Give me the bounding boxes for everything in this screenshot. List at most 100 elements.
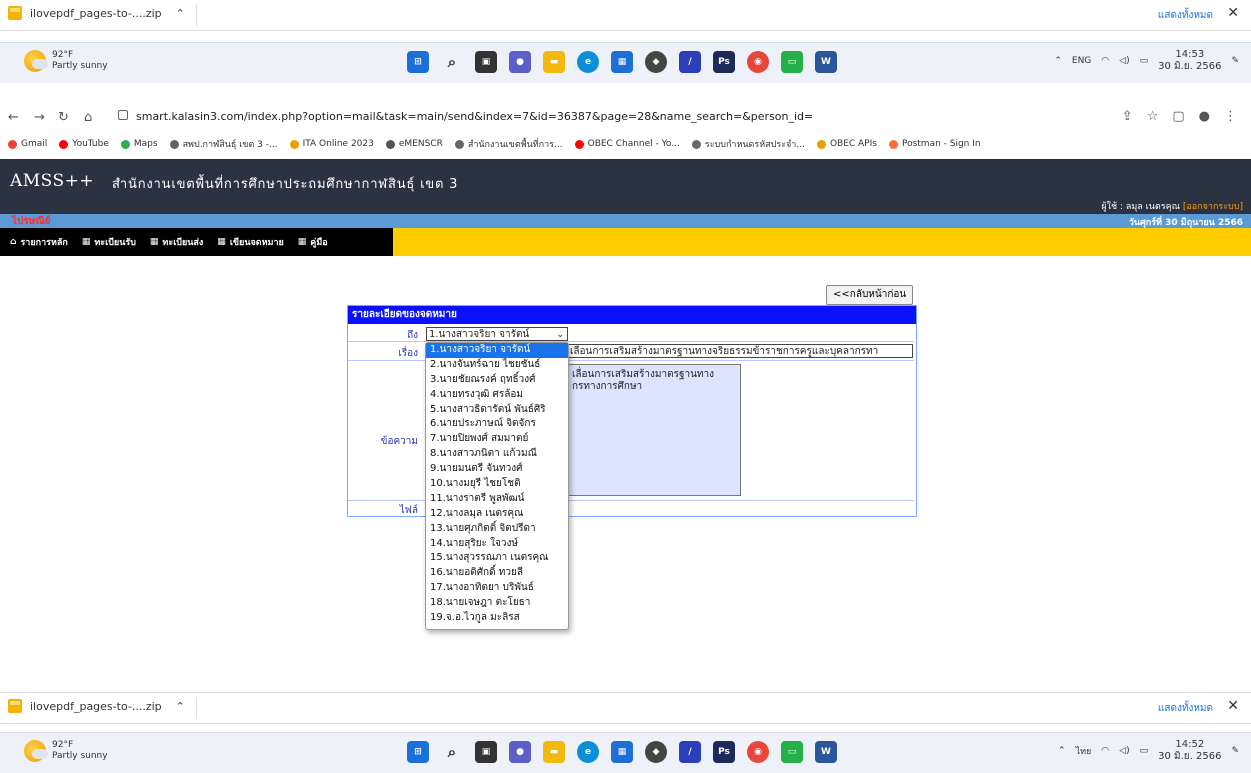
word-icon[interactable]: W [815, 741, 837, 763]
menu-icon[interactable]: ⋮ [1224, 109, 1237, 124]
recipient-option[interactable]: 12.นางลมุล เนตรคุณ [426, 507, 568, 522]
line-icon[interactable]: ▭ [781, 51, 803, 73]
recipient-option[interactable]: 13.นายศุภกิตติ์ จิตปรีดา [426, 522, 568, 537]
app-icon[interactable]: ◆ [645, 51, 667, 73]
bookmark-6[interactable]: สำนักงานเขตพื้นที่การ... [454, 137, 563, 151]
line-icon[interactable]: ▭ [781, 741, 803, 763]
language-indicator[interactable]: ENG [1072, 56, 1091, 66]
bookmark-4[interactable]: ITA Online 2023 [289, 139, 374, 149]
file-explorer-icon[interactable]: ▬ [543, 51, 565, 73]
profile-icon[interactable]: ● [1199, 109, 1210, 124]
recipient-option[interactable]: 5.นางสาวธิดารัตน์ พันธ์ศิริ [426, 403, 568, 418]
bookmark-0[interactable]: Gmail [8, 139, 47, 149]
bookmark-8[interactable]: ระบบกำหนดรหัสประจำ... [691, 137, 805, 151]
close-icon[interactable]: ✕ [1227, 5, 1239, 21]
recipient-option[interactable]: 9.นายมนตรี จันทวงศ์ [426, 462, 568, 477]
windows-start-icon[interactable]: ⊞ [407, 51, 429, 73]
edge-icon[interactable]: e [577, 741, 599, 763]
chevron-up-icon[interactable]: ⌃ [1054, 56, 1062, 66]
share-icon[interactable]: ⇪ [1122, 109, 1133, 124]
store-icon[interactable]: ▦ [611, 51, 633, 73]
show-all-button[interactable]: แสดงทั้งหมด [1158, 8, 1213, 23]
back-button[interactable]: <<กลับหน้าก่อน [826, 285, 914, 305]
volume-icon[interactable]: ◁) [1119, 56, 1129, 66]
weather-widget[interactable]: 92°F Partly sunny [24, 740, 108, 762]
message-textarea[interactable]: เลื่อนการเสริมสร้างมาตรฐานทาง กรทางการศึ… [567, 364, 741, 496]
windows-start-icon[interactable]: ⊞ [407, 741, 429, 763]
task-view-icon[interactable]: ▣ [475, 741, 497, 763]
language-indicator[interactable]: ไทย [1076, 744, 1092, 758]
close-icon[interactable]: ✕ [1227, 698, 1239, 714]
recipient-option[interactable]: 2.นางจันทร์ฉาย ไชยชันธ์ [426, 358, 568, 373]
chat-icon[interactable]: ● [509, 741, 531, 763]
recipient-option[interactable]: 18.นายเจษฎา ตะโยธา [426, 596, 568, 611]
battery-icon[interactable]: ▭ [1140, 746, 1149, 756]
chrome-icon[interactable]: ◉ [747, 51, 769, 73]
bookmark-9[interactable]: OBEC APIs [816, 139, 877, 149]
recipient-option[interactable]: 15.นางสุวรรณภา เนตรคุณ [426, 551, 568, 566]
recipient-option[interactable]: 7.นายปิยพงศ์ สมมาตย์ [426, 432, 568, 447]
search-icon[interactable]: ⌕ [441, 51, 463, 73]
menu-manual[interactable]: ▦ คู่มือ [298, 235, 328, 249]
bookmark-3[interactable]: สพป.กาฬสินธุ์ เขต 3 -... [169, 137, 278, 151]
bookmark-10[interactable]: Postman - Sign In [888, 139, 981, 149]
recipient-option[interactable]: 3.นายชัยณรงค์ ฤทธิ์วงศ์ [426, 373, 568, 388]
recipient-option[interactable]: 19.จ.อ.ไวกูล มะลิรส [426, 611, 568, 626]
file-explorer-icon[interactable]: ▬ [543, 741, 565, 763]
bookmark-2[interactable]: Maps [120, 139, 158, 149]
recipient-option[interactable]: 4.นายทรงวุฒิ ศรล้อม [426, 388, 568, 403]
download-item[interactable]: ilovepdf_pages-to-....zip ⌃ [8, 6, 185, 20]
menu-compose[interactable]: ▦ เขียนจดหมาย [217, 235, 283, 249]
menu-outbox-register[interactable]: ▦ ทะเบียนส่ง [150, 235, 203, 249]
bookmark-1[interactable]: YouTube [59, 139, 109, 149]
wifi-icon[interactable]: ◠ [1101, 56, 1109, 66]
chevron-up-icon[interactable]: ⌃ [176, 7, 185, 20]
show-all-button[interactable]: แสดงทั้งหมด [1158, 701, 1213, 716]
subject-field[interactable]: เลื่อนการเสริมสร้างมาตรฐานทางจริยธรรมข้า… [567, 344, 913, 358]
notification-icon[interactable]: ✎ [1231, 746, 1239, 756]
recipient-option[interactable]: 11.นางราตรี พูลพัฒน์ [426, 492, 568, 507]
back-arrow-icon[interactable]: ← [8, 110, 19, 125]
menu-inbox-register[interactable]: ▦ ทะเบียนรับ [82, 235, 136, 249]
recipient-option[interactable]: 16.นายอดิศักดิ์ ทวยลี [426, 566, 568, 581]
chat-icon[interactable]: ● [509, 51, 531, 73]
menu-main[interactable]: ⌂ รายการหลัก [10, 235, 68, 249]
edge-icon[interactable]: e [577, 51, 599, 73]
task-view-icon[interactable]: ▣ [475, 51, 497, 73]
app-icon[interactable]: / [679, 51, 701, 73]
volume-icon[interactable]: ◁) [1119, 746, 1129, 756]
logout-link[interactable]: [ออกจากระบบ] [1183, 202, 1243, 212]
photoshop-icon[interactable]: Ps [713, 51, 735, 73]
chrome-icon[interactable]: ◉ [747, 741, 769, 763]
recipient-option[interactable]: 17.นางอาทิตยา บริพันธ์ [426, 581, 568, 596]
photoshop-icon[interactable]: Ps [713, 741, 735, 763]
home-icon[interactable]: ⌂ [84, 110, 92, 125]
store-icon[interactable]: ▦ [611, 741, 633, 763]
forward-arrow-icon[interactable]: → [34, 110, 45, 125]
recipient-option[interactable]: 6.นายประภาษณ์ จิตจักร [426, 417, 568, 432]
battery-icon[interactable]: ▭ [1140, 56, 1149, 66]
recipient-option[interactable]: 1.นางสาวจริยา จารัตน์ [426, 343, 568, 358]
wifi-icon[interactable]: ◠ [1101, 746, 1109, 756]
recipient-option[interactable]: 10.นางมยุรี ไชยโชติ [426, 477, 568, 492]
recipient-option[interactable]: 14.นายสุริยะ ใจวงษ์ [426, 537, 568, 552]
notification-icon[interactable]: ✎ [1231, 56, 1239, 66]
clock[interactable]: 14:52 30 มิ.ย. 2566 [1158, 739, 1221, 763]
download-item[interactable]: ilovepdf_pages-to-....zip ⌃ [8, 699, 185, 713]
app-icon[interactable]: / [679, 741, 701, 763]
weather-widget[interactable]: 92°F Partly sunny [24, 50, 108, 72]
bookmark-7[interactable]: OBEC Channel - Yo... [574, 139, 680, 149]
sidebar-icon[interactable]: ▢ [1172, 109, 1184, 124]
recipient-dropdown[interactable]: 1.นางสาวจริยา จารัตน์ 2.นางจันทร์ฉาย ไชยช… [425, 342, 569, 630]
recipient-option[interactable]: 8.นางสาวภนิตา แก้วมณี [426, 447, 568, 462]
search-icon[interactable]: ⌕ [441, 741, 463, 763]
chevron-up-icon[interactable]: ⌃ [1058, 746, 1066, 756]
word-icon[interactable]: W [815, 51, 837, 73]
bookmark-5[interactable]: eMENSCR [385, 139, 443, 149]
reload-icon[interactable]: ↻ [58, 110, 69, 125]
recipient-select[interactable]: 1.นางสาวจริยา จารัตน์ ⌄ [426, 327, 568, 341]
address-bar[interactable]: smart.kalasin3.com/index.php?option=mail… [118, 110, 813, 123]
star-icon[interactable]: ☆ [1147, 109, 1159, 124]
clock[interactable]: 14:53 30 มิ.ย. 2566 [1158, 49, 1221, 73]
app-icon[interactable]: ◆ [645, 741, 667, 763]
